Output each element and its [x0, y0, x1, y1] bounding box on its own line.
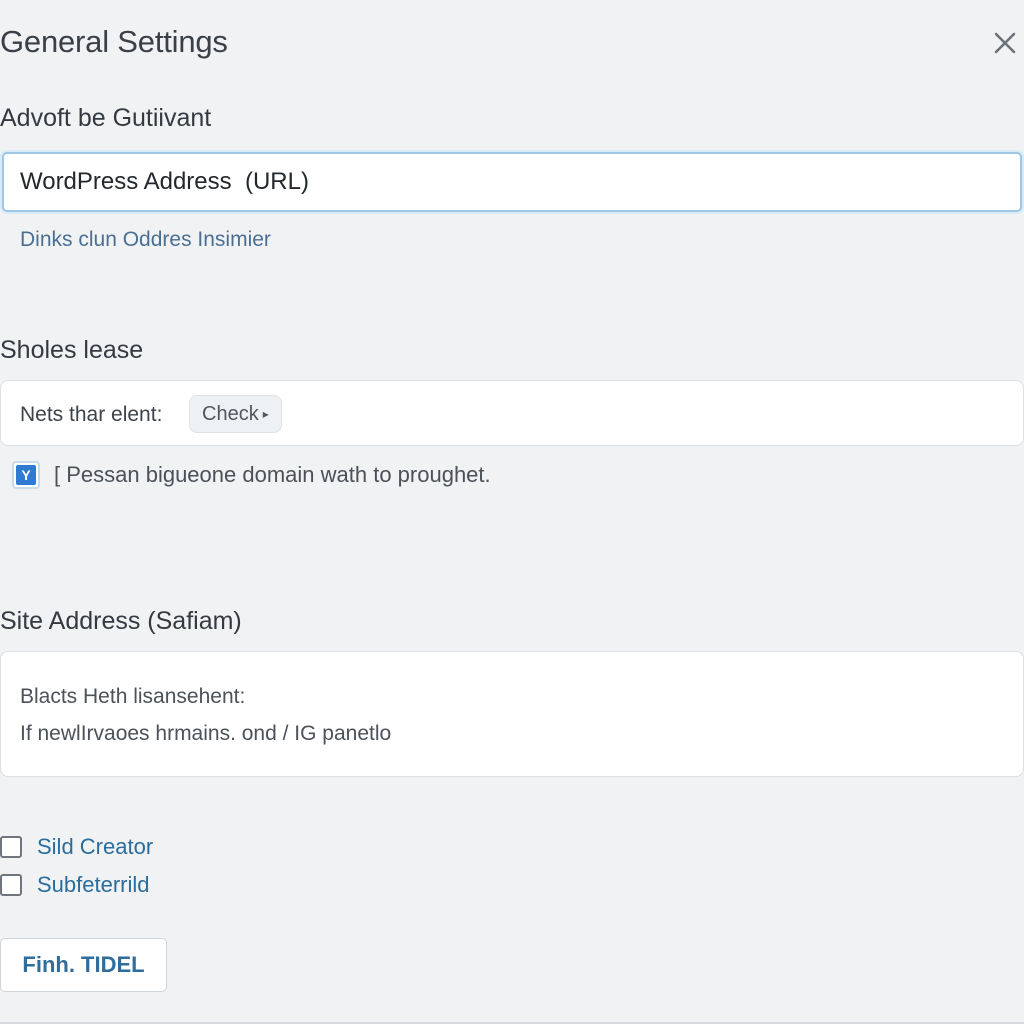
- section-label-secondary: Sholes lease: [0, 336, 144, 364]
- dialog-title: General Settings: [0, 24, 228, 59]
- option-sild-creator[interactable]: Sild Creator: [0, 834, 153, 860]
- hint-link[interactable]: Dinks clun Oddres Insimier: [20, 228, 271, 252]
- option-checkbox[interactable]: [0, 874, 22, 896]
- option-label: Sild Creator: [37, 834, 154, 859]
- general-settings-dialog: General Settings Advoft be Gutiivant Din…: [0, 0, 1024, 1024]
- site-address-line-2: If newlIrvaoes hrmains. ond / IG panetlo: [20, 722, 392, 745]
- domain-checkbox-row[interactable]: Y [ Pessan bigueone domain wath to proug…: [12, 461, 491, 489]
- chevron-right-icon: ▸: [262, 407, 269, 421]
- wordpress-address-input[interactable]: [2, 152, 1022, 212]
- checkmark-icon: Y: [16, 465, 36, 485]
- domain-checkbox-label: [ Pessan bigueone domain wath to proughe…: [54, 462, 491, 487]
- site-address-line-1: Blacts Heth lisansehent:: [20, 685, 246, 708]
- section-label-primary: Advoft be Gutiivant: [0, 104, 212, 132]
- network-row-label: Nets thar elent:: [20, 403, 163, 426]
- option-label: Subfeterrild: [37, 872, 150, 897]
- option-checkbox[interactable]: [0, 836, 22, 858]
- close-button[interactable]: [988, 26, 1022, 60]
- site-address-label: Site Address (Safiam): [0, 607, 242, 635]
- network-row-box: Nets thar elent: Check ▸: [0, 380, 1024, 446]
- check-button[interactable]: Check ▸: [189, 395, 282, 433]
- option-subfeterrild[interactable]: Subfeterrild: [0, 872, 150, 898]
- close-icon: [994, 32, 1016, 54]
- check-button-label: Check: [202, 402, 259, 425]
- finish-button[interactable]: Finh. TIDEL: [0, 938, 167, 992]
- domain-checkbox[interactable]: Y: [12, 461, 40, 489]
- site-address-box[interactable]: Blacts Heth lisansehent: If newlIrvaoes …: [0, 651, 1024, 777]
